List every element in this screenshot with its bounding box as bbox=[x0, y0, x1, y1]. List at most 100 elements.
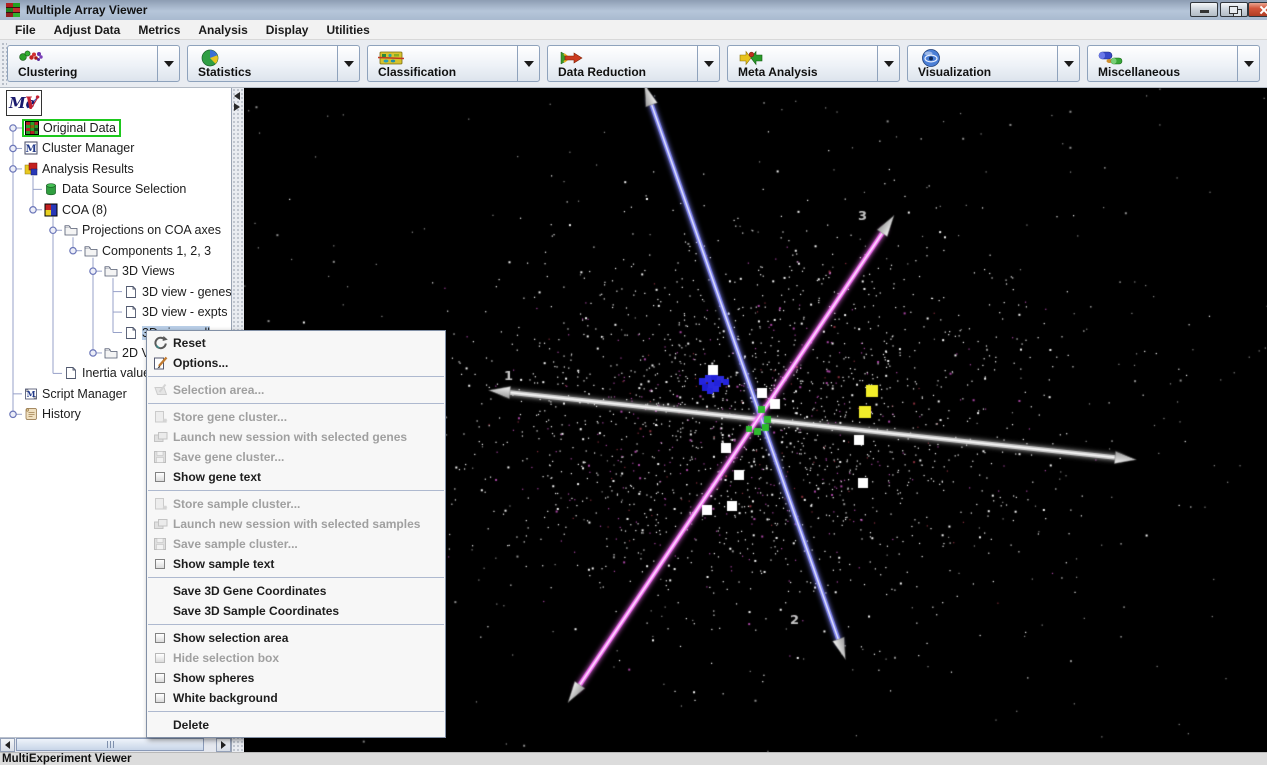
tree-node-label: Data Source Selection bbox=[62, 182, 186, 196]
checkbox-icon[interactable] bbox=[155, 633, 165, 643]
window-title: Multiple Array Viewer bbox=[26, 3, 147, 17]
tree-expand-handle[interactable] bbox=[70, 248, 76, 254]
tree-node-coa-8[interactable]: COA (8) bbox=[44, 200, 107, 220]
chevron-down-icon bbox=[164, 61, 174, 67]
checkbox-icon[interactable] bbox=[155, 559, 165, 569]
tree-horizontal-scrollbar[interactable] bbox=[0, 737, 231, 752]
classification-dropdown[interactable] bbox=[517, 45, 540, 82]
statistics-button[interactable]: Statistics bbox=[187, 45, 337, 82]
menu-item-label: Options... bbox=[173, 356, 228, 370]
data-reduction-button[interactable]: Data Reduction bbox=[547, 45, 697, 82]
tree-node-3d-view-expts[interactable]: 3D view - expts bbox=[124, 302, 227, 322]
visualization-button[interactable]: Visualization bbox=[907, 45, 1057, 82]
menu-item-launch-new-session-with-selected-genes: Launch new session with selected genes bbox=[147, 427, 445, 447]
tree-node-data-source-selection[interactable]: Data Source Selection bbox=[44, 179, 186, 199]
meta-analysis-dropdown[interactable] bbox=[877, 45, 900, 82]
checkbox-icon[interactable] bbox=[155, 472, 165, 482]
menu-item-reset[interactable]: Reset bbox=[147, 333, 445, 353]
tree-node-components-1-2-3[interactable]: Components 1, 2, 3 bbox=[84, 241, 211, 261]
tree-node-3d-view-genes[interactable]: 3D view - genes bbox=[124, 282, 232, 302]
close-button[interactable] bbox=[1248, 2, 1267, 17]
menu-utilities[interactable]: Utilities bbox=[317, 21, 378, 39]
miscellaneous-button[interactable]: Miscellaneous bbox=[1087, 45, 1237, 82]
menu-item-options[interactable]: Options... bbox=[147, 353, 445, 373]
tree-expand-handle[interactable] bbox=[90, 268, 96, 274]
tree-node-history[interactable]: History bbox=[24, 404, 81, 424]
tree-expand-handle[interactable] bbox=[10, 145, 16, 151]
menu-analysis[interactable]: Analysis bbox=[189, 21, 256, 39]
svg-text:M: M bbox=[27, 389, 36, 399]
tree-node-label: Cluster Manager bbox=[42, 141, 134, 155]
tree-expand-handle[interactable] bbox=[10, 166, 16, 172]
document-icon bbox=[124, 285, 138, 299]
checkbox-icon[interactable] bbox=[155, 673, 165, 683]
scroll-left-button[interactable] bbox=[0, 738, 15, 752]
tree-expand-handle[interactable] bbox=[10, 411, 16, 417]
tree-expand-handle[interactable] bbox=[50, 227, 56, 233]
restore-button[interactable] bbox=[1220, 2, 1248, 17]
tree-expand-handle[interactable] bbox=[10, 125, 16, 131]
tree-node-original-data[interactable]: Original Data bbox=[24, 118, 121, 138]
menu-item-save-3d-gene-coordinates[interactable]: Save 3D Gene Coordinates bbox=[147, 581, 445, 601]
visualization-label: Visualization bbox=[918, 66, 1057, 79]
statistics-dropdown[interactable] bbox=[337, 45, 360, 82]
chevron-down-icon bbox=[1244, 61, 1254, 67]
expand-right-icon[interactable] bbox=[234, 103, 240, 111]
tree-node-projections-on-coa-axes[interactable]: Projections on COA axes bbox=[64, 220, 221, 240]
save-icon bbox=[147, 449, 173, 465]
context-menu: ResetOptions...Selection area...Store ge… bbox=[146, 330, 446, 738]
statistics-label: Statistics bbox=[198, 66, 337, 79]
status-text: MultiExperiment Viewer bbox=[2, 754, 132, 765]
menu-separator bbox=[148, 577, 444, 578]
visualization-dropdown[interactable] bbox=[1057, 45, 1080, 82]
menu-metrics[interactable]: Metrics bbox=[129, 21, 189, 39]
menu-item-white-background[interactable]: White background bbox=[147, 688, 445, 708]
tree-node-analysis-results[interactable]: Analysis Results bbox=[24, 159, 134, 179]
menu-checkbox-slot bbox=[147, 633, 173, 643]
menu-item-label: Show sample text bbox=[173, 557, 274, 571]
menu-item-label: Show selection area bbox=[173, 631, 288, 645]
tree-expand-handle[interactable] bbox=[90, 350, 96, 356]
tree-node-label: Components 1, 2, 3 bbox=[102, 244, 211, 258]
menu-checkbox-slot bbox=[147, 472, 173, 482]
miscellaneous-dropdown[interactable] bbox=[1237, 45, 1260, 82]
minimize-button[interactable] bbox=[1190, 2, 1218, 17]
save-icon bbox=[147, 536, 173, 552]
menu-item-show-spheres[interactable]: Show spheres bbox=[147, 668, 445, 688]
reset-icon bbox=[147, 335, 173, 351]
data-reduction-label: Data Reduction bbox=[558, 66, 697, 79]
tree-node-cluster-manager[interactable]: MCluster Manager bbox=[24, 138, 134, 158]
menu-item-save-3d-sample-coordinates[interactable]: Save 3D Sample Coordinates bbox=[147, 601, 445, 621]
options-icon bbox=[147, 355, 173, 371]
scrollbar-thumb[interactable] bbox=[16, 738, 204, 751]
menu-item-delete[interactable]: Delete bbox=[147, 715, 445, 735]
tree-node-label: 3D view - genes bbox=[142, 285, 232, 299]
clustering-dropdown[interactable] bbox=[157, 45, 180, 82]
menu-adjust-data[interactable]: Adjust Data bbox=[45, 21, 130, 39]
tree-node-script-manager[interactable]: MScript Manager bbox=[24, 384, 127, 404]
menu-file[interactable]: File bbox=[6, 21, 45, 39]
menu-item-show-gene-text[interactable]: Show gene text bbox=[147, 467, 445, 487]
launch-session-icon bbox=[147, 429, 173, 445]
data-reduction-dropdown[interactable] bbox=[697, 45, 720, 82]
menu-item-show-selection-area[interactable]: Show selection area bbox=[147, 628, 445, 648]
data-source-icon bbox=[44, 182, 58, 196]
scroll-right-button[interactable] bbox=[216, 738, 231, 752]
tree-expand-handle[interactable] bbox=[30, 207, 36, 213]
tree-node-inertia-values[interactable]: Inertia values bbox=[64, 363, 156, 383]
chevron-down-icon bbox=[524, 61, 534, 67]
collapse-left-icon[interactable] bbox=[234, 92, 240, 100]
menu-item-save-gene-cluster: Save gene cluster... bbox=[147, 447, 445, 467]
menu-display[interactable]: Display bbox=[257, 21, 318, 39]
clustering-button[interactable]: Clustering bbox=[7, 45, 157, 82]
menu-item-selection-area: Selection area... bbox=[147, 380, 445, 400]
meta-analysis-button[interactable]: Meta Analysis bbox=[727, 45, 877, 82]
scrollbar-track[interactable] bbox=[15, 738, 216, 752]
menu-item-store-sample-cluster: Store sample cluster... bbox=[147, 494, 445, 514]
classification-button[interactable]: Classification bbox=[367, 45, 517, 82]
tree-node-3d-views[interactable]: 3D Views bbox=[104, 261, 175, 281]
menu-checkbox-slot bbox=[147, 693, 173, 703]
chevron-down-icon bbox=[1064, 61, 1074, 67]
checkbox-icon[interactable] bbox=[155, 693, 165, 703]
menu-item-show-sample-text[interactable]: Show sample text bbox=[147, 554, 445, 574]
